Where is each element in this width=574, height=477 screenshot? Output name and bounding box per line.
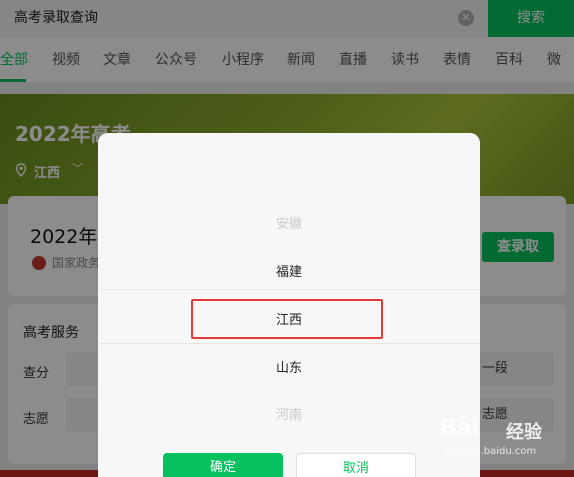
picker-option[interactable]: 安徽 xyxy=(98,213,480,232)
picker-divider xyxy=(98,343,480,344)
baidu-jingyan-watermark: Bai 经验 jingyan.baidu.com xyxy=(440,412,570,462)
province-picker: 安徽 福建 江西 山东 河南 确定 取消 xyxy=(98,133,480,477)
picker-option[interactable]: 福建 xyxy=(98,261,480,280)
selection-highlight-box xyxy=(191,299,383,339)
watermark-label: 经验 xyxy=(506,422,542,443)
watermark-url: jingyan.baidu.com xyxy=(444,446,537,457)
picker-option[interactable]: 河南 xyxy=(98,404,480,423)
confirm-button[interactable]: 确定 xyxy=(163,453,283,477)
cancel-button[interactable]: 取消 xyxy=(296,453,416,477)
picker-divider xyxy=(98,289,480,290)
picker-option[interactable]: 山东 xyxy=(98,357,480,376)
watermark-logo: Bai xyxy=(440,416,480,441)
